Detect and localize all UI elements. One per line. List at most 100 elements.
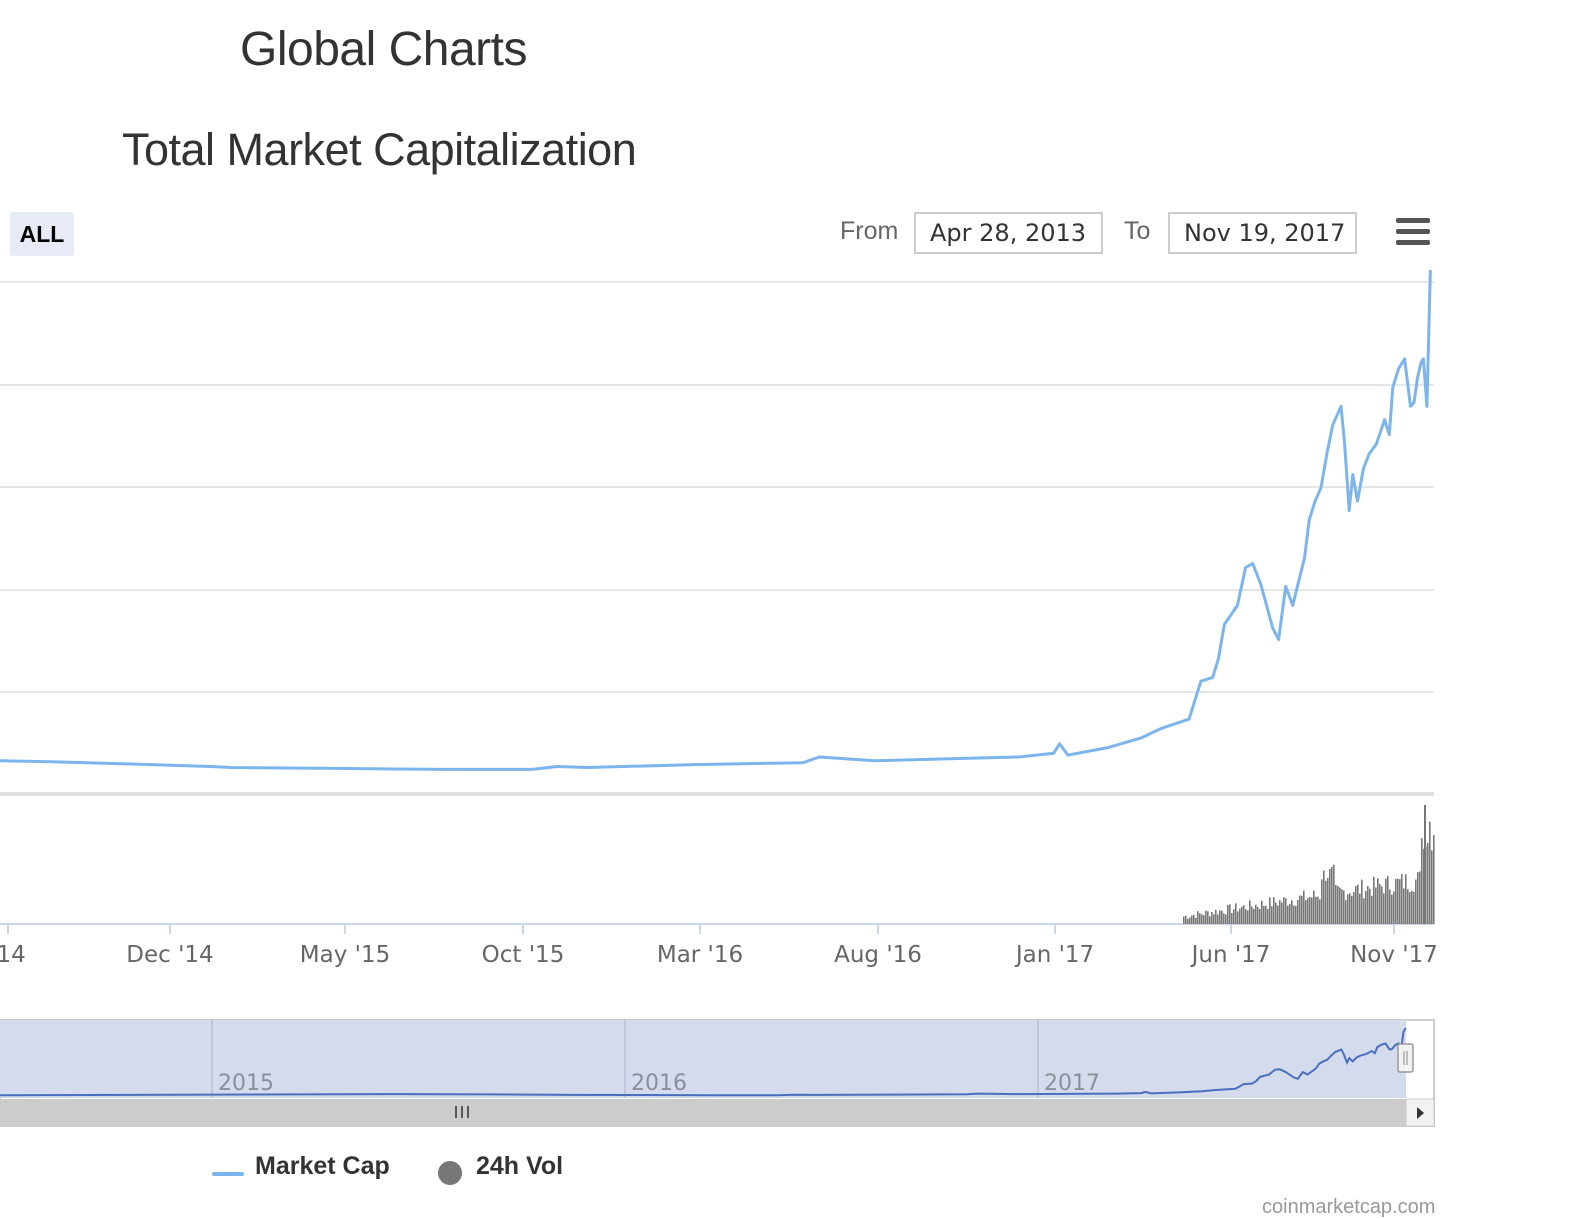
volume-bar — [1315, 896, 1317, 924]
volume-bar — [1389, 889, 1391, 924]
volume-bar — [1269, 897, 1271, 924]
volume-bar — [1253, 908, 1255, 924]
volume-bar — [1367, 886, 1369, 924]
volume-bar — [1431, 850, 1433, 924]
volume-bar — [1213, 914, 1215, 924]
from-label: From — [840, 217, 899, 245]
x-tick-label: '14 — [0, 942, 26, 968]
volume-bar — [1221, 910, 1223, 924]
legend-24h-vol[interactable]: 24h Vol — [476, 1152, 563, 1181]
volume-bar — [1317, 896, 1319, 924]
volume-bar — [1257, 907, 1259, 924]
volume-bar — [1433, 835, 1435, 924]
navigator-year-label: 2017 — [1044, 1071, 1100, 1096]
volume-bar — [1245, 909, 1247, 924]
legend-market-cap[interactable]: Market Cap — [255, 1152, 390, 1181]
x-tick-label: Jun '17 — [1190, 942, 1271, 968]
volume-bar — [1417, 872, 1419, 924]
x-tick-label: Nov '17 — [1350, 942, 1438, 968]
volume-bar — [1297, 900, 1299, 924]
grid-lines — [0, 281, 1434, 925]
volume-bar — [1187, 918, 1189, 924]
volume-bar — [1391, 894, 1393, 924]
navigator-year-label: 2015 — [218, 1071, 274, 1096]
volume-bar — [1393, 891, 1395, 924]
volume-bar — [1215, 909, 1217, 924]
volume-bar — [1261, 900, 1263, 924]
volume-bar — [1273, 897, 1275, 924]
navigator[interactable]: 2015 2016 2017 — [0, 1019, 1435, 1127]
volume-bar — [1429, 821, 1431, 924]
volume-series — [1183, 805, 1435, 924]
volume-bar — [1319, 899, 1321, 924]
volume-bar — [1281, 902, 1283, 924]
market-cap-series — [0, 270, 1432, 771]
range-all-button[interactable]: ALL — [10, 212, 74, 256]
volume-bar — [1313, 890, 1315, 924]
volume-bar — [1355, 886, 1357, 924]
volume-bar — [1329, 869, 1331, 924]
volume-bar — [1377, 878, 1379, 924]
volume-bar — [1191, 915, 1193, 924]
page-title: Global Charts — [240, 23, 527, 76]
volume-bar — [1223, 913, 1225, 924]
volume-bar — [1395, 878, 1397, 924]
volume-bar — [1305, 900, 1307, 924]
volume-bar — [1201, 914, 1203, 924]
volume-bar — [1277, 905, 1279, 924]
volume-bar — [1263, 905, 1265, 924]
volume-bar — [1347, 894, 1349, 924]
from-date-input[interactable] — [914, 212, 1103, 254]
volume-bar — [1401, 874, 1403, 924]
x-tick-label: Aug '16 — [834, 942, 922, 968]
volume-bar — [1299, 895, 1301, 924]
to-date-input[interactable] — [1168, 212, 1357, 254]
scrollbar-thumb — [0, 1099, 1406, 1126]
market-cap-line — [0, 270, 1432, 771]
x-tick-label: May '15 — [300, 942, 390, 968]
volume-bar — [1189, 917, 1191, 924]
volume-bar — [1415, 879, 1417, 924]
volume-bar — [1283, 897, 1285, 924]
volume-bar — [1203, 915, 1205, 924]
hamburger-menu-icon[interactable] — [1393, 218, 1433, 252]
navigator-mask — [0, 1020, 1406, 1098]
volume-bar — [1197, 911, 1199, 924]
volume-bar — [1185, 915, 1187, 924]
volume-bar — [1195, 917, 1197, 924]
volume-bar — [1369, 888, 1371, 924]
volume-bar — [1279, 900, 1281, 924]
volume-bar — [1211, 912, 1213, 924]
volume-bar — [1239, 908, 1241, 924]
navigator-handle — [1397, 1043, 1414, 1073]
volume-bar — [1341, 889, 1343, 924]
volume-bar — [1247, 910, 1249, 924]
volume-bar — [1371, 895, 1373, 924]
volume-bar — [1291, 900, 1293, 924]
volume-bar — [1309, 896, 1311, 924]
volume-bar — [1359, 893, 1361, 924]
volume-bar — [1241, 906, 1243, 924]
volume-bar — [1249, 900, 1251, 924]
volume-bar — [1227, 905, 1229, 924]
volume-bar — [1427, 842, 1429, 924]
volume-bar — [1205, 910, 1207, 924]
market-cap-legend-swatch — [212, 1172, 244, 1176]
x-tick-label: Oct '15 — [482, 942, 565, 968]
volume-bar — [1209, 916, 1211, 924]
to-label: To — [1124, 217, 1151, 245]
volume-bar — [1193, 914, 1195, 924]
volume-bar — [1183, 916, 1185, 924]
volume-bar — [1383, 893, 1385, 924]
volume-bar — [1373, 876, 1375, 924]
volume-bar — [1243, 905, 1245, 924]
volume-bar — [1251, 906, 1253, 924]
volume-bar — [1361, 879, 1363, 924]
volume-bar — [1225, 914, 1227, 924]
volume-bar — [1307, 898, 1309, 924]
volume-bar — [1207, 911, 1209, 924]
volume-bar — [1199, 913, 1201, 924]
volume-bar — [1287, 905, 1289, 924]
volume-bar — [1411, 890, 1413, 924]
volume-bar — [1385, 878, 1387, 924]
